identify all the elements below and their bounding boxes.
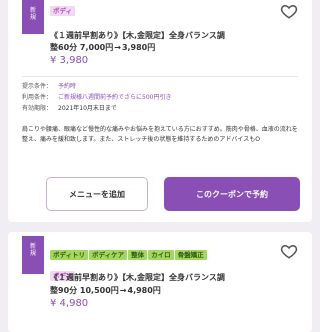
price-after: 3,980円 <box>121 43 156 52</box>
condition-row-usage: 利用条件： ご新規様八週間前予約でさらに500円引き <box>22 92 304 103</box>
arrow-icon: → <box>114 43 121 52</box>
arrow-icon: → <box>119 286 127 295</box>
tag-body-tori: ボディトリ <box>50 250 89 260</box>
condition-row-present: 提示条件： 予約時 <box>22 81 304 92</box>
price-after: 4,980円 <box>127 286 161 295</box>
condition-label: 有効期限： <box>22 105 53 112</box>
reserve-with-coupon-button[interactable]: このクーポンで予約 <box>164 177 300 211</box>
category-tag-body: ボディ <box>50 6 76 16</box>
new-badge: 新規 <box>22 236 44 274</box>
price-line: 整60分 7,000円→3,980円 <box>50 42 300 53</box>
conditions: 提示条件： 予約時 利用条件： ご新規様八週間前予約でさらに500円引き 有効期限：… <box>22 81 304 114</box>
new-badge-label: 新規 <box>29 243 36 257</box>
coupon-title: 《１週前早割あり》【木,金限定】全身バランス調 <box>50 273 225 282</box>
condition-row-expiry: 有効期限： 2021年10月末日まで <box>22 103 304 114</box>
tag-body-care: ボディケア <box>89 250 128 260</box>
heart-icon[interactable] <box>280 242 298 260</box>
heart-icon[interactable] <box>280 2 298 20</box>
coupon-card: 新規 ボディトリ ボディケア 整体 カイロ 骨盤矯正 ボディ 《１週前早割あり》【木,金… <box>8 232 312 332</box>
coupon-price: ¥ 3,980 <box>50 55 89 66</box>
condition-label: 利用条件： <box>22 94 53 101</box>
tag-seitai: 整体 <box>128 250 148 260</box>
price-line: 整90分 10,500円→4,980円 <box>50 285 300 296</box>
new-badge-label: 新規 <box>29 7 36 21</box>
coupon-title: 《１週前早割あり》【木,金限定】全身バランス調 <box>50 31 225 40</box>
coupon-card: 新規 ボディ 《１週前早割あり》【木,金限定】全身バランス調 整60分 7,00… <box>8 0 312 222</box>
tag-list: ボディ <box>50 0 272 19</box>
tag-pelvis: 骨盤矯正 <box>174 250 207 260</box>
price-before: 整60分 7,000円 <box>50 43 114 52</box>
condition-value: ご新規様八週間前予約でさらに500円引き <box>58 94 172 101</box>
add-menu-button[interactable]: メニューを追加 <box>46 177 148 211</box>
coupon-description: 肩こりや腰痛、眼痛など慢性的な痛みやお悩みを抱えている方におすすめ。筋肉や骨格、… <box>22 126 298 143</box>
coupon-price: ¥ 4,980 <box>50 298 89 309</box>
condition-label: 提示条件： <box>22 83 53 90</box>
price-before: 整90分 10,500円 <box>50 286 119 295</box>
condition-value: 2021年10月末日まで <box>58 105 117 112</box>
new-badge: 新規 <box>22 0 44 34</box>
tag-chiro: カイロ <box>148 250 174 260</box>
condition-value: 予約時 <box>58 83 77 90</box>
divider <box>22 76 298 77</box>
